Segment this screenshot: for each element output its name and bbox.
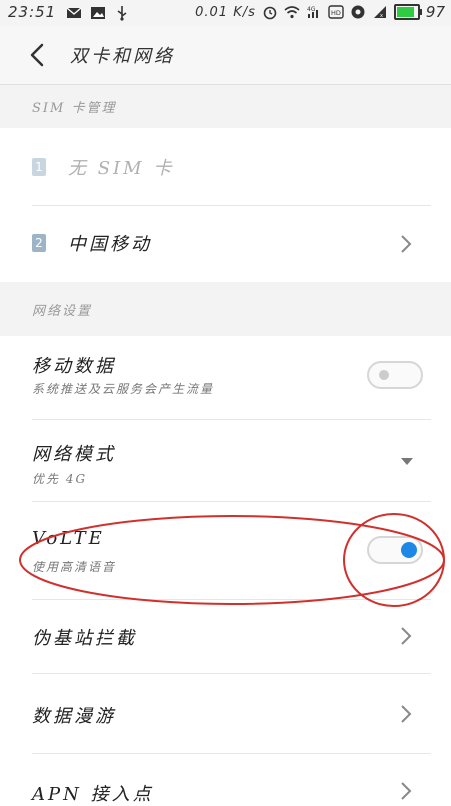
volte-subtitle: 使用高清语音	[32, 560, 117, 574]
volte-title: VoLTE	[32, 528, 105, 549]
page-title: 双卡和网络	[70, 46, 175, 67]
svg-text:4G: 4G	[307, 6, 316, 13]
toggle-knob	[379, 370, 389, 380]
section-sim-label: SIM 卡管理	[0, 85, 451, 129]
sim-row-2[interactable]: 2 中国移动	[0, 206, 451, 282]
mobile-data-toggle[interactable]	[367, 361, 423, 389]
alarm-icon	[263, 6, 277, 20]
app-header: 双卡和网络	[0, 26, 451, 85]
chevron-right-icon	[401, 627, 412, 645]
4g-signal-icon: 4G	[307, 6, 318, 18]
fake-station-row[interactable]: 伪基站拦截	[0, 600, 451, 674]
battery-level: 97	[425, 3, 445, 21]
mail-icon	[66, 7, 82, 18]
chevron-right-icon	[401, 782, 412, 800]
mobile-data-row[interactable]: 移动数据 系统推送及云服务会产生流量	[0, 336, 451, 420]
notification-icons	[66, 5, 130, 21]
wifi-icon	[284, 6, 300, 19]
section-network-label: 网络设置	[0, 282, 451, 337]
chevron-right-icon	[401, 235, 412, 253]
sim-row-1: 1 无 SIM 卡	[0, 128, 451, 206]
network-speed-unit: K/s	[233, 4, 256, 20]
sim-2-label: 中国移动	[68, 234, 152, 255]
roaming-row[interactable]: 数据漫游	[0, 674, 451, 754]
vpn-icon	[351, 5, 365, 19]
volte-row[interactable]: VoLTE 使用高清语音	[0, 502, 451, 600]
signal-icon: x	[373, 6, 386, 19]
network-mode-row[interactable]: 网络模式 优先 4G	[0, 420, 451, 502]
network-mode-subtitle: 优先 4G	[32, 472, 88, 486]
image-icon	[91, 7, 105, 19]
roaming-title: 数据漫游	[32, 706, 116, 727]
toggle-knob	[401, 542, 417, 558]
sim-2-badge: 2	[32, 234, 46, 252]
chevron-right-icon	[401, 705, 412, 723]
mobile-data-title: 移动数据	[32, 356, 116, 377]
chevron-left-icon[interactable]	[22, 40, 52, 70]
battery-icon	[393, 4, 422, 20]
svg-text:HD: HD	[331, 9, 341, 17]
dropdown-arrow-icon	[401, 458, 413, 465]
fake-station-title: 伪基站拦截	[32, 628, 137, 649]
status-bar: 23:51 0.01 K/s 4G HD x 97	[0, 0, 451, 26]
mobile-data-subtitle: 系统推送及云服务会产生流量	[32, 382, 215, 396]
sim-1-badge: 1	[32, 158, 46, 176]
network-mode-title: 网络模式	[32, 444, 116, 465]
sim-1-label: 无 SIM 卡	[68, 158, 175, 179]
network-speed: 0.01	[195, 4, 229, 20]
usb-icon	[117, 6, 127, 21]
svg-text:x: x	[380, 13, 383, 19]
apn-row[interactable]: APN 接入点	[0, 754, 451, 805]
status-right: 0.01 K/s 4G HD x 97	[195, 3, 445, 21]
status-time: 23:51	[8, 3, 57, 21]
volte-toggle[interactable]	[367, 536, 423, 564]
hd-icon: HD	[328, 5, 344, 19]
apn-title: APN 接入点	[32, 784, 154, 805]
